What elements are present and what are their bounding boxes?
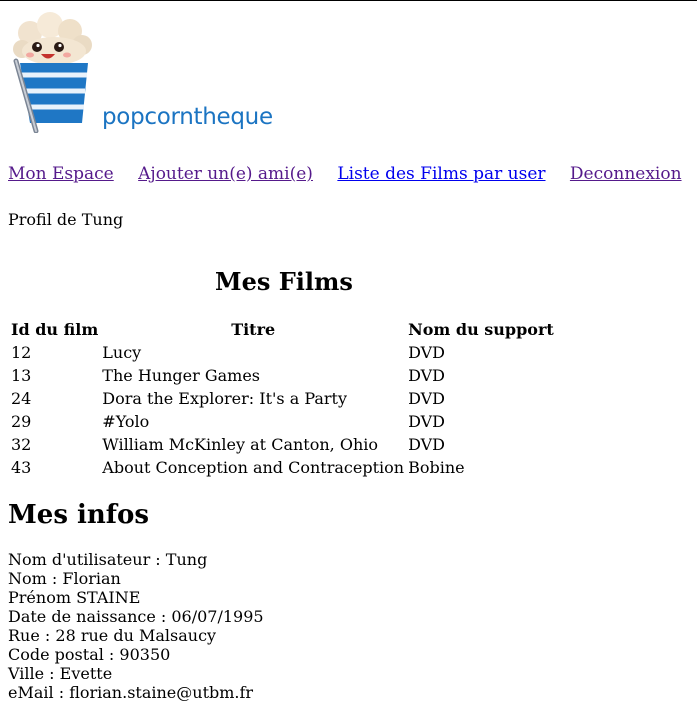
table-row: 29 #Yolo DVD bbox=[10, 410, 555, 433]
film-title: William McKinley at Canton, Ohio bbox=[102, 435, 378, 454]
film-support: Bobine bbox=[408, 458, 465, 477]
nav-link-ajouter-ami[interactable]: Ajouter un(e) ami(e) bbox=[138, 164, 313, 184]
table-row: 43 About Conception and Contraception Bo… bbox=[10, 456, 555, 479]
info-email: eMail : florian.staine@utbm.fr bbox=[8, 683, 254, 702]
info-first-name: Prénom STAINE bbox=[8, 588, 141, 607]
film-title: Lucy bbox=[102, 343, 142, 362]
info-street: Rue : 28 rue du Malsaucy bbox=[8, 626, 217, 645]
film-support: DVD bbox=[408, 366, 446, 385]
film-id: 43 bbox=[11, 458, 32, 477]
film-id: 24 bbox=[11, 389, 32, 408]
info-username: Nom d'utilisateur : Tung bbox=[8, 550, 208, 569]
column-header-id: Id du film bbox=[11, 320, 99, 339]
film-id: 32 bbox=[11, 435, 32, 454]
info-birthdate: Date de naissance : 06/07/1995 bbox=[8, 607, 264, 626]
nav-link-deconnexion[interactable]: Deconnexion bbox=[570, 164, 682, 184]
film-support: DVD bbox=[408, 343, 446, 362]
film-title: Dora the Explorer: It's a Party bbox=[102, 389, 348, 408]
popcorn-bucket-icon bbox=[13, 12, 92, 134]
info-last-name: Nom : Florian bbox=[8, 569, 121, 588]
films-heading: Mes Films bbox=[215, 267, 353, 296]
logo-text: popcorntheque bbox=[102, 104, 273, 130]
nav-link-liste-films[interactable]: Liste des Films par user bbox=[337, 164, 545, 184]
nav-link-mon-espace[interactable]: Mon Espace bbox=[8, 164, 114, 184]
film-support: DVD bbox=[408, 412, 446, 431]
table-header-row: Id du film Titre Nom du support bbox=[10, 319, 555, 341]
infos-heading: Mes infos bbox=[8, 500, 149, 530]
films-table: Id du film Titre Nom du support 12 Lucy … bbox=[8, 319, 557, 479]
film-id: 13 bbox=[11, 366, 32, 385]
main-nav: Mon Espace Ajouter un(e) ami(e) Liste de… bbox=[8, 164, 697, 184]
film-title: #Yolo bbox=[102, 412, 150, 431]
table-row: 24 Dora the Explorer: It's a Party DVD bbox=[10, 387, 555, 410]
info-postal-code: Code postal : 90350 bbox=[8, 645, 171, 664]
table-row: 13 The Hunger Games DVD bbox=[10, 364, 555, 387]
film-support: DVD bbox=[408, 389, 446, 408]
film-title: The Hunger Games bbox=[102, 366, 260, 385]
column-header-title: Titre bbox=[231, 320, 276, 339]
column-header-support: Nom du support bbox=[408, 320, 554, 339]
info-city: Ville : Evette bbox=[8, 664, 113, 683]
film-id: 29 bbox=[11, 412, 32, 431]
film-title: About Conception and Contraception bbox=[102, 458, 405, 477]
site-logo[interactable]: popcorntheque bbox=[10, 11, 273, 134]
film-id: 12 bbox=[11, 343, 32, 362]
table-row: 32 William McKinley at Canton, Ohio DVD bbox=[10, 433, 555, 456]
user-info-block: Nom d'utilisateur : Tung Nom : Florian P… bbox=[8, 550, 264, 702]
film-support: DVD bbox=[408, 435, 446, 454]
table-row: 12 Lucy DVD bbox=[10, 341, 555, 364]
profile-title: Profil de Tung bbox=[8, 210, 124, 229]
